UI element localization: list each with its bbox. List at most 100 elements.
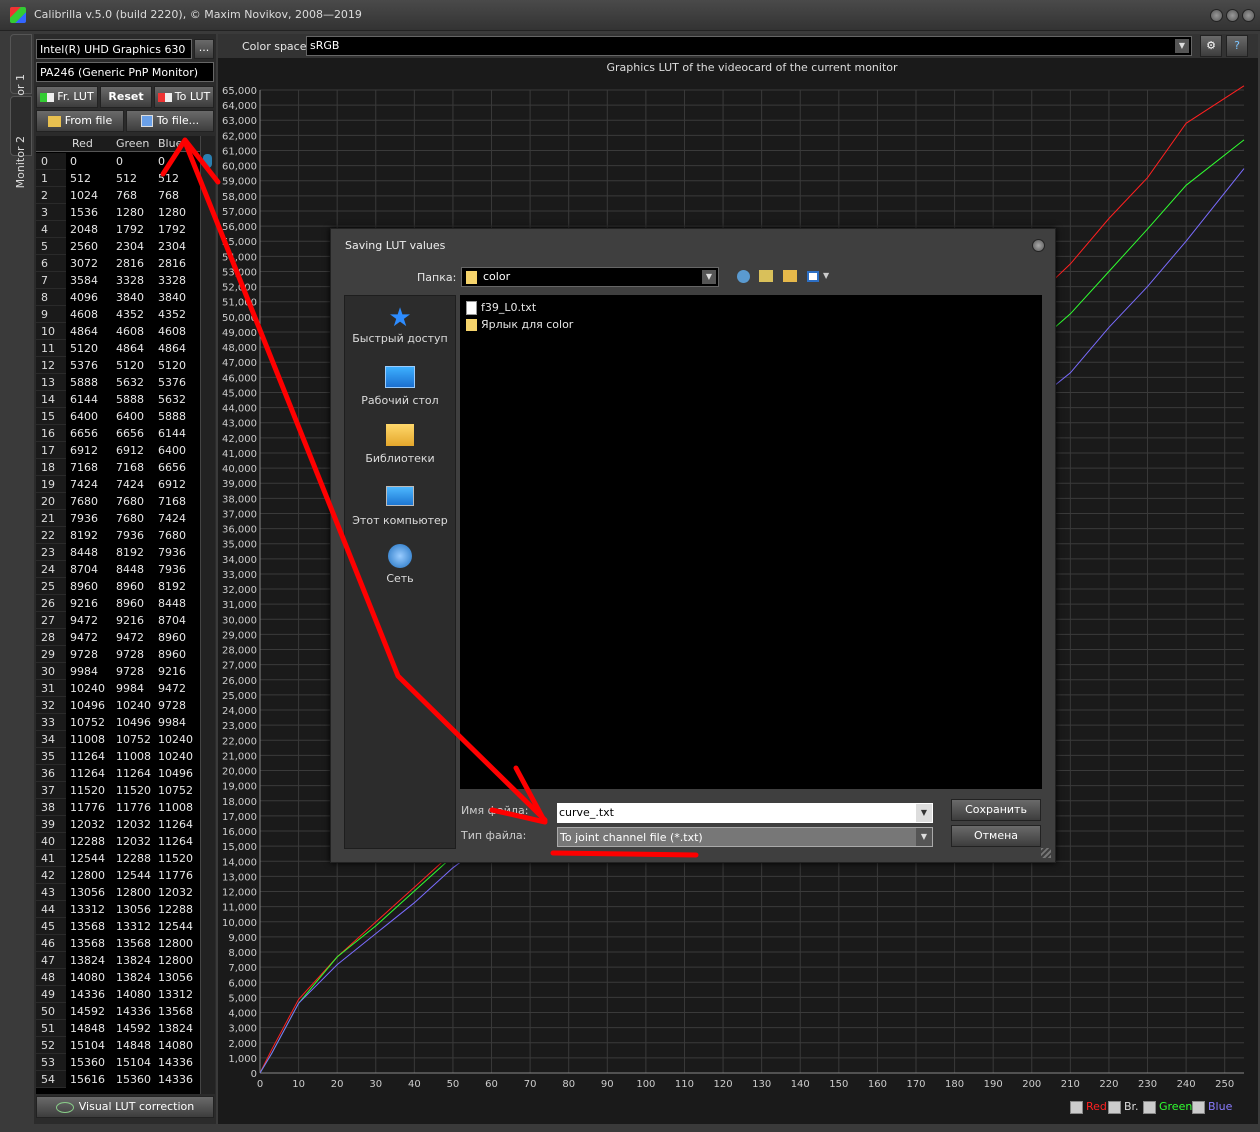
table-row[interactable]: 47 13824 13824 12800 (36, 952, 198, 969)
table-row[interactable]: 5 2560 2304 2304 (36, 238, 198, 255)
legend-blue-checkbox[interactable] (1192, 1101, 1205, 1114)
table-row[interactable]: 30 9984 9728 9216 (36, 663, 198, 680)
view-menu-icon[interactable] (807, 271, 819, 282)
legend-green-checkbox[interactable] (1143, 1101, 1156, 1114)
gpu-browse-button[interactable]: ... (194, 39, 214, 59)
table-row[interactable]: 6 3072 2816 2816 (36, 255, 198, 272)
table-row[interactable]: 15 6400 6400 5888 (36, 408, 198, 425)
place-libraries[interactable]: Библиотеки (345, 424, 455, 465)
place-desktop[interactable]: Рабочий стол (345, 364, 455, 407)
table-row[interactable]: 41 12544 12288 11520 (36, 850, 198, 867)
table-row[interactable]: 18 7168 7168 6656 (36, 459, 198, 476)
folder-select[interactable]: color ▼ (461, 267, 719, 287)
monitor-field[interactable]: PA246 (Generic PnP Monitor) (36, 62, 214, 82)
table-row[interactable]: 38 11776 11776 11008 (36, 799, 198, 816)
gpu-field[interactable]: Intel(R) UHD Graphics 630 (36, 39, 192, 59)
table-row[interactable]: 36 11264 11264 10496 (36, 765, 198, 782)
back-icon[interactable] (737, 270, 750, 283)
table-row[interactable]: 4 2048 1792 1792 (36, 221, 198, 238)
table-row[interactable]: 26 9216 8960 8448 (36, 595, 198, 612)
table-row[interactable]: 39 12032 12032 11264 (36, 816, 198, 833)
table-row[interactable]: 28 9472 9472 8960 (36, 629, 198, 646)
table-row[interactable]: 16 6656 6656 6144 (36, 425, 198, 442)
visual-lut-button[interactable]: Visual LUT correction (36, 1096, 214, 1118)
file-list[interactable]: f39_L0.txt Ярлык для color (460, 295, 1042, 789)
table-row[interactable]: 34 11008 10752 10240 (36, 731, 198, 748)
reset-button[interactable]: Reset (100, 86, 152, 108)
table-row[interactable]: 44 13312 13056 12288 (36, 901, 198, 918)
table-row[interactable]: 29 9728 9728 8960 (36, 646, 198, 663)
table-row[interactable]: 43 13056 12800 12032 (36, 884, 198, 901)
tab-monitor-2[interactable]: Monitor 2 (10, 96, 32, 188)
table-row[interactable]: 8 4096 3840 3840 (36, 289, 198, 306)
table-row[interactable]: 33 10752 10496 9984 (36, 714, 198, 731)
table-row[interactable]: 17 6912 6912 6400 (36, 442, 198, 459)
table-row[interactable]: 51 14848 14592 13824 (36, 1020, 198, 1037)
help-button[interactable]: ? (1226, 35, 1248, 57)
filename-input[interactable]: curve_.txt (557, 803, 933, 823)
table-row[interactable]: 53 15360 15104 14336 (36, 1054, 198, 1071)
table-row[interactable]: 54 15616 15360 14336 (36, 1071, 198, 1088)
table-row[interactable]: 3 1536 1280 1280 (36, 204, 198, 221)
legend-red-checkbox[interactable] (1070, 1101, 1083, 1114)
fr-lut-button[interactable]: Fr. LUT (36, 86, 98, 108)
legend-brightness-checkbox[interactable] (1108, 1101, 1121, 1114)
file-item[interactable]: Ярлык для color (466, 318, 573, 331)
new-folder-icon[interactable] (783, 270, 797, 282)
table-row[interactable]: 11 5120 4864 4864 (36, 340, 198, 357)
save-button[interactable]: Сохранить (951, 799, 1041, 821)
scrollbar-thumb[interactable] (203, 154, 212, 168)
cancel-button[interactable]: Отмена (951, 825, 1041, 847)
table-row[interactable]: 40 12288 12032 11264 (36, 833, 198, 850)
place-network[interactable]: Сеть (345, 544, 455, 585)
view-dropdown-icon[interactable]: ▼ (823, 271, 829, 280)
table-row[interactable]: 31 10240 9984 9472 (36, 680, 198, 697)
table-row[interactable]: 46 13568 13568 12800 (36, 935, 198, 952)
table-row[interactable]: 7 3584 3328 3328 (36, 272, 198, 289)
table-row[interactable]: 12 5376 5120 5120 (36, 357, 198, 374)
table-row[interactable]: 1 512 512 512 (36, 170, 198, 187)
table-row[interactable]: 9 4608 4352 4352 (36, 306, 198, 323)
close-button[interactable] (1242, 9, 1255, 22)
table-row[interactable]: 0000 (36, 153, 198, 170)
table-row[interactable]: 19 7424 7424 6912 (36, 476, 198, 493)
table-row[interactable]: 22 8192 7936 7680 (36, 527, 198, 544)
filetype-select[interactable]: To joint channel file (*.txt) (557, 827, 933, 847)
table-row[interactable]: 24 8704 8448 7936 (36, 561, 198, 578)
table-row[interactable]: 50 14592 14336 13568 (36, 1003, 198, 1020)
table-row[interactable]: 48 14080 13824 13056 (36, 969, 198, 986)
from-file-button[interactable]: From file (36, 110, 124, 132)
table-row[interactable]: 45 13568 13312 12544 (36, 918, 198, 935)
table-row[interactable]: 35 11264 11008 10240 (36, 748, 198, 765)
table-row[interactable]: 23 8448 8192 7936 (36, 544, 198, 561)
table-row[interactable]: 2 1024 768 768 (36, 187, 198, 204)
table-row[interactable]: 25 8960 8960 8192 (36, 578, 198, 595)
table-row[interactable]: 27 9472 9216 8704 (36, 612, 198, 629)
table-row[interactable]: 21 7936 7680 7424 (36, 510, 198, 527)
dialog-close-button[interactable] (1032, 239, 1045, 252)
tab-monitor-1[interactable]: Monitor 1 (10, 34, 32, 126)
table-row[interactable]: 42 12800 12544 11776 (36, 867, 198, 884)
up-folder-icon[interactable] (759, 270, 773, 282)
file-item[interactable]: f39_L0.txt (466, 301, 536, 315)
to-lut-button[interactable]: To LUT (154, 86, 214, 108)
settings-button[interactable]: ⚙ (1200, 35, 1222, 57)
table-row[interactable]: 37 11520 11520 10752 (36, 782, 198, 799)
table-row[interactable]: 10 4864 4608 4608 (36, 323, 198, 340)
lut-table[interactable]: Red Green Blue 0 0 0 0 1 512 512 512 2 1024 768 768… (36, 136, 214, 1094)
table-row[interactable]: 52 15104 14848 14080 (36, 1037, 198, 1054)
table-scrollbar[interactable] (200, 136, 215, 1094)
to-file-button[interactable]: To file... (126, 110, 214, 132)
table-row[interactable]: 32 10496 10240 9728 (36, 697, 198, 714)
place-this-pc[interactable]: Этот компьютер (345, 484, 455, 527)
table-row[interactable]: 14 6144 5888 5632 (36, 391, 198, 408)
filename-history-icon[interactable]: ▼ (916, 804, 932, 822)
minimize-button[interactable] (1210, 9, 1223, 22)
table-row[interactable]: 20 7680 7680 7168 (36, 493, 198, 510)
place-quick-access[interactable]: ★ Быстрый доступ (345, 304, 455, 345)
table-row[interactable]: 49 14336 14080 13312 (36, 986, 198, 1003)
maximize-button[interactable] (1226, 9, 1239, 22)
resize-grip-icon[interactable] (1041, 848, 1051, 858)
table-row[interactable]: 13 5888 5632 5376 (36, 374, 198, 391)
color-space-select[interactable]: sRGB ▼ (306, 36, 1192, 56)
